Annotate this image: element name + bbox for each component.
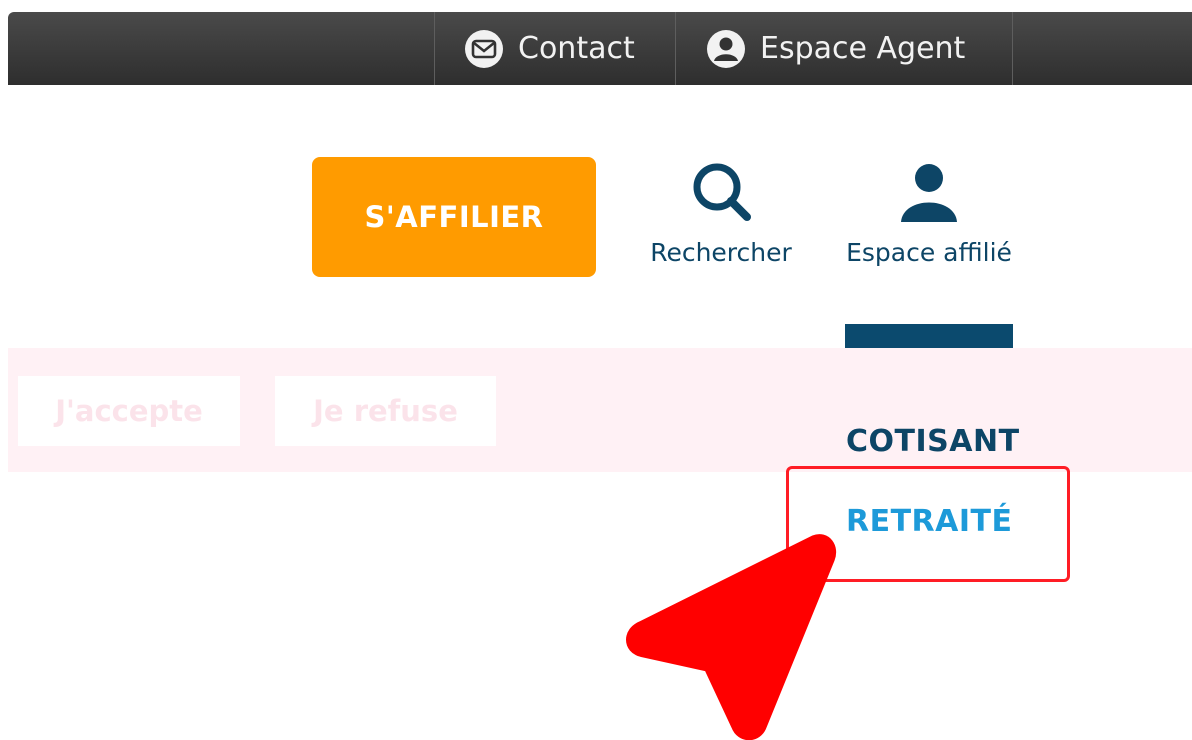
- menu-item-label: COTISANT: [846, 424, 1020, 459]
- active-tab-indicator: [845, 324, 1013, 348]
- cookie-accept-label: J'accepte: [55, 394, 203, 428]
- espace-agent-label: Espace Agent: [760, 31, 966, 66]
- mail-icon: [465, 29, 503, 68]
- search-icon: [693, 163, 751, 221]
- search-button[interactable]: Rechercher: [650, 160, 792, 267]
- topbar-separator: [1012, 12, 1013, 85]
- affilier-button[interactable]: S'AFFILIER: [312, 157, 596, 277]
- espace-agent-link[interactable]: Espace Agent: [706, 12, 965, 85]
- topbar-separator: [434, 12, 435, 85]
- user-circle-icon: [707, 29, 745, 68]
- espace-affilie-button[interactable]: Espace affilié: [843, 160, 1015, 267]
- espace-affilie-label: Espace affilié: [846, 238, 1012, 267]
- page: Contact Espace Agent S'AFFILIER Recherch…: [0, 0, 1192, 740]
- contact-link[interactable]: Contact: [464, 12, 635, 85]
- affilier-label: S'AFFILIER: [364, 200, 544, 234]
- menu-item-cotisant[interactable]: COTISANT: [846, 424, 1020, 459]
- topbar-separator: [675, 12, 676, 85]
- contact-label: Contact: [518, 31, 635, 66]
- user-icon: [901, 164, 957, 222]
- cookie-accept-button[interactable]: J'accepte: [18, 376, 240, 446]
- search-label: Rechercher: [650, 238, 792, 267]
- top-bar: Contact Espace Agent: [8, 12, 1192, 85]
- pointer-arrow-icon: [626, 534, 837, 740]
- cookie-refuse-button[interactable]: Je refuse: [275, 376, 496, 446]
- cookie-refuse-label: Je refuse: [313, 394, 458, 428]
